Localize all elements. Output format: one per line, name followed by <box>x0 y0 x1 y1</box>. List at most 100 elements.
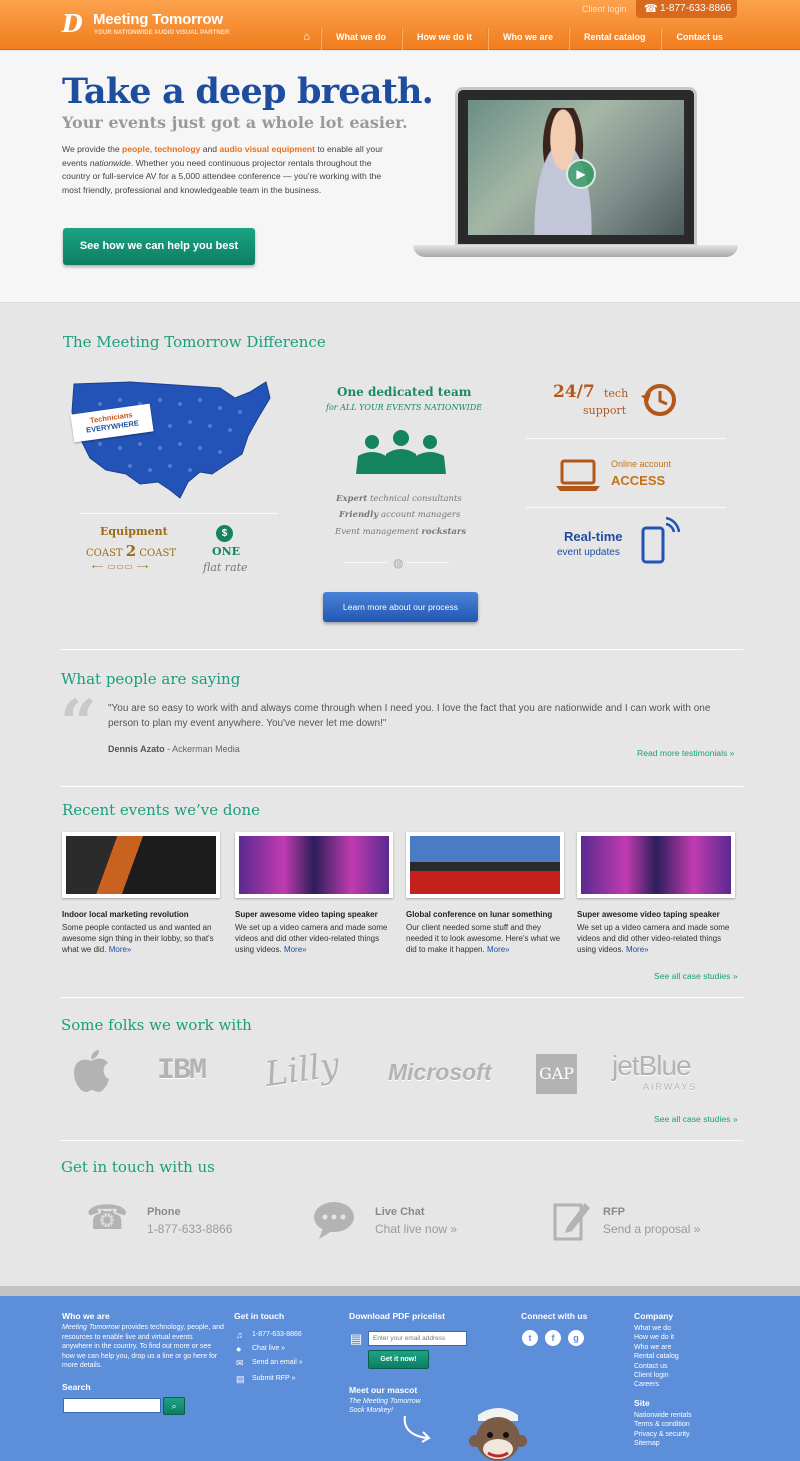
equipment-icons: ⟵ ▭▭▭ ⟶ <box>92 562 150 571</box>
nav-rental-catalog[interactable]: Rental catalog <box>567 28 661 50</box>
see-all-case-studies-link[interactable]: See all case studies » <box>654 1114 738 1124</box>
event-card: Indoor local marketing revolution Some p… <box>62 832 222 955</box>
event-more-link[interactable]: More» <box>626 945 649 954</box>
search-input[interactable] <box>63 1398 161 1413</box>
site-header: D Meeting Tomorrow YOUR NATIONWIDE AUDIO… <box>0 0 800 50</box>
testimonial-author: Dennis Azato - Ackerman Media <box>108 744 240 754</box>
footer-company-link[interactable]: Rental catalog <box>634 1352 679 1362</box>
testimonial-quote: "You are so easy to work with and always… <box>108 703 711 729</box>
event-image[interactable] <box>235 832 393 898</box>
see-all-case-studies-link[interactable]: See all case studies » <box>654 971 738 981</box>
footer-chat-link[interactable]: ● Chat live » <box>236 1344 285 1354</box>
chat-live-link[interactable]: Chat live now » <box>375 1222 457 1236</box>
event-more-link[interactable]: More» <box>487 945 510 954</box>
quote-icon: “ <box>60 686 97 761</box>
footer-touch-title: Get in touch <box>234 1311 285 1321</box>
event-card: Super awesome video taping speaker We se… <box>235 832 395 955</box>
mascot-text: The Meeting Tomorrow Sock Monkey! <box>349 1398 421 1414</box>
event-image[interactable] <box>406 832 564 898</box>
nav-how-we-do-it[interactable]: How we do it <box>400 28 487 50</box>
logo-icon[interactable]: D <box>62 9 88 39</box>
nav-contact-us[interactable]: Contact us <box>660 28 738 50</box>
envelope-icon: ✉ <box>236 1358 244 1368</box>
mobile-phone-icon <box>641 516 681 564</box>
laptop-screen: ▶ <box>455 87 697 247</box>
search-icon[interactable]: ⌕ <box>163 1397 185 1415</box>
event-title[interactable]: Indoor local marketing revolution <box>62 910 222 919</box>
section-divider <box>61 649 743 650</box>
event-title[interactable]: Global conference on lunar something <box>406 910 566 919</box>
contact-phone-value[interactable]: 1-877-633-8866 <box>147 1222 232 1236</box>
events-title: Recent events we’ve done <box>62 801 261 819</box>
difference-title: The Meeting Tomorrow Difference <box>63 333 326 351</box>
footer-company-link[interactable]: How we do it <box>634 1333 674 1343</box>
see-how-button[interactable]: See how we can help you best <box>63 228 255 265</box>
nav-who-we-are[interactable]: Who we are <box>486 28 568 50</box>
footer-search-title: Search <box>62 1382 91 1392</box>
facebook-icon[interactable]: f <box>545 1330 561 1346</box>
header-phone[interactable]: ☎ 1-877-633-8866 <box>636 0 737 18</box>
footer-mascot-title: Meet our mascot <box>349 1385 418 1395</box>
dollar-icon: $ <box>216 525 233 542</box>
pdf-document-icon: ▤ <box>350 1331 363 1346</box>
globe-icon: ◍ <box>393 556 404 570</box>
chat-icon: ● <box>236 1344 242 1354</box>
laptop-video: ▶ <box>413 87 738 272</box>
client-login-link[interactable]: Client login <box>582 4 627 14</box>
laptop-base <box>413 245 738 257</box>
team-title: One dedicated team <box>337 385 472 399</box>
learn-process-button[interactable]: Learn more about our process <box>323 592 478 622</box>
equipment-label: Equipment <box>100 525 168 538</box>
sock-monkey-mascot <box>469 1408 527 1461</box>
event-image[interactable] <box>62 832 220 898</box>
footer-connect-title: Connect with us <box>521 1311 588 1321</box>
video-thumbnail[interactable]: ▶ <box>468 100 684 235</box>
event-more-link[interactable]: More» <box>284 945 307 954</box>
hero-subtitle: Your events just got a whole lot easier. <box>62 113 408 132</box>
contact-rfp-label: RFP <box>603 1206 625 1218</box>
divider <box>345 562 387 563</box>
twitter-icon[interactable]: t <box>522 1330 538 1346</box>
footer-email-link[interactable]: ✉ Send an email » <box>236 1358 303 1368</box>
main-nav: ⌂ What we do How we do it Who we are Ren… <box>293 28 738 50</box>
divider <box>80 513 278 514</box>
email-field[interactable]: Enter your email address <box>368 1331 467 1346</box>
header-phone-number: 1-877-633-8866 <box>660 3 732 14</box>
footer-company-link[interactable]: Careers <box>634 1380 659 1390</box>
footer-rfp-link[interactable]: ▤ Submit RFP » <box>236 1374 295 1384</box>
online-account-label: Online account <box>611 459 672 469</box>
event-title[interactable]: Super awesome video taping speaker <box>577 910 737 919</box>
footer-site-link[interactable]: Terms & condition <box>634 1420 690 1430</box>
get-it-now-button[interactable]: Get it now! <box>368 1350 429 1369</box>
footer-company-title: Company <box>634 1311 674 1321</box>
contact-phone-label: Phone <box>147 1206 181 1218</box>
footer-site-link[interactable]: Sitemap <box>634 1439 660 1449</box>
logo-name[interactable]: Meeting Tomorrow <box>93 11 223 28</box>
footer-pdf-title: Download PDF pricelist <box>349 1311 445 1321</box>
event-image[interactable] <box>577 832 735 898</box>
section-divider <box>61 997 743 998</box>
clients-title: Some folks we work with <box>61 1016 252 1034</box>
event-description: We set up a video camera and made some v… <box>577 923 730 954</box>
laptop-icon <box>556 459 600 491</box>
hero-title: Take a deep breath. <box>62 71 434 112</box>
gap-logo: GAP <box>536 1054 577 1094</box>
hero-description: We provide the people, technology and au… <box>62 144 383 195</box>
access-label: ACCESS <box>611 473 666 488</box>
event-card: Super awesome video taping speaker We se… <box>577 832 737 955</box>
support-label: support <box>583 404 627 417</box>
contact-chat-label: Live Chat <box>375 1206 425 1218</box>
event-more-link[interactable]: More» <box>109 945 132 954</box>
play-icon[interactable]: ▶ <box>566 159 596 189</box>
read-more-testimonials-link[interactable]: Read more testimonials » <box>637 748 734 758</box>
footer-phone-link[interactable]: ♫ 1-877-633-8866 <box>236 1330 302 1340</box>
event-description: Our client needed some stuff and they ne… <box>406 923 561 954</box>
send-proposal-link[interactable]: Send a proposal » <box>603 1222 700 1236</box>
nav-what-we-do[interactable]: What we do <box>319 28 401 50</box>
flat-rate-label: flat rate <box>203 561 248 574</box>
home-icon[interactable]: ⌂ <box>293 28 320 50</box>
jetblue-airways-text: AIRWAYS <box>643 1082 698 1092</box>
google-plus-icon[interactable]: g <box>568 1330 584 1346</box>
contact-title: Get in touch with us <box>61 1158 215 1176</box>
event-title[interactable]: Super awesome video taping speaker <box>235 910 395 919</box>
